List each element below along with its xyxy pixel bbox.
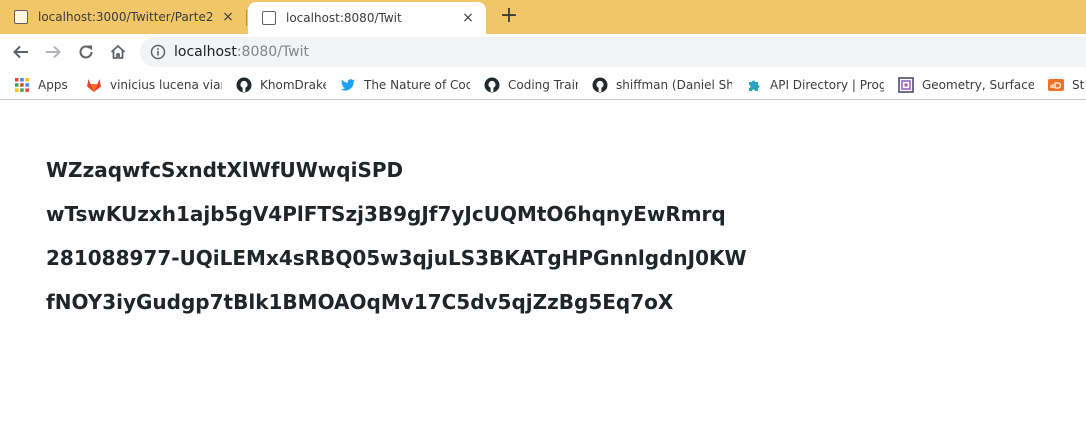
browser-toolbar: localhost:8080/Twit bbox=[0, 34, 1086, 70]
bookmark-khomdrake[interactable]: KhomDrake bbox=[222, 77, 326, 93]
bookmarks-bar: Apps vinicius lucena viana KhomDrake The… bbox=[0, 70, 1086, 100]
page-icon bbox=[14, 10, 28, 24]
tab-title: localhost:8080/Twit bbox=[286, 11, 402, 25]
bookmark-soundcloud[interactable]: St bbox=[1034, 77, 1086, 93]
page-content: WZzaqwfcSxndtXlWfUWwqiSPD wTswKUzxh1ajb5… bbox=[46, 148, 1086, 324]
puzzle-icon bbox=[749, 80, 760, 91]
back-arrow-icon bbox=[13, 45, 28, 59]
tab-twitter-parte2[interactable]: localhost:3000/Twitter/Parte2 × bbox=[0, 0, 246, 34]
bookmark-label: KhomDrake bbox=[260, 77, 326, 92]
twitter-icon bbox=[341, 78, 355, 90]
bookmark-coding-train[interactable]: Coding Train bbox=[470, 77, 578, 93]
github-icon bbox=[236, 77, 252, 92]
forward-button[interactable] bbox=[40, 39, 66, 65]
reload-button[interactable] bbox=[73, 39, 99, 65]
info-icon[interactable] bbox=[150, 44, 166, 60]
reload-icon bbox=[79, 45, 93, 59]
tab-strip: localhost:3000/Twitter/Parte2 × localhos… bbox=[0, 0, 1086, 34]
content-line-4: fNOY3iyGudgp7tBlk1BMOAOqMv17C5dv5qjZzBg5… bbox=[46, 290, 674, 314]
bookmark-gitlab[interactable]: vinicius lucena viana bbox=[72, 77, 222, 93]
url-path: :8080/Twit bbox=[236, 44, 309, 60]
address-bar[interactable]: localhost:8080/Twit bbox=[140, 37, 1086, 67]
url-host: localhost bbox=[174, 44, 237, 60]
github-icon bbox=[592, 77, 608, 92]
github-icon bbox=[484, 77, 500, 92]
apps-grid-icon bbox=[15, 77, 29, 92]
bookmark-nature-of-code[interactable]: The Nature of Code bbox=[326, 77, 470, 93]
url-text: localhost:8080/Twit bbox=[174, 44, 309, 60]
content-line-3: 281088977-UQiLEMx4sRBQ05w3qjuLS3BKATgHPG… bbox=[46, 246, 747, 270]
new-tab-button[interactable]: + bbox=[496, 4, 522, 30]
content-line-1: WZzaqwfcSxndtXlWfUWwqiSPD bbox=[46, 158, 404, 182]
close-icon[interactable]: × bbox=[456, 10, 480, 26]
back-button[interactable] bbox=[8, 39, 34, 65]
tab-twit[interactable]: localhost:8080/Twit × bbox=[248, 2, 486, 34]
tab-title: localhost:3000/Twitter/Parte2 bbox=[38, 10, 214, 24]
content-line-2: wTswKUzxh1ajb5gV4PlFTSzj3B9gJf7yJcUQMtO6… bbox=[46, 202, 726, 226]
bookmark-label: Geometry, Surfaces, C bbox=[922, 77, 1034, 92]
bookmark-geometry-surfaces[interactable]: Geometry, Surfaces, C bbox=[884, 76, 1034, 93]
close-icon[interactable]: × bbox=[216, 9, 240, 25]
home-button[interactable] bbox=[105, 39, 131, 65]
bookmark-label: shiffman (Daniel Shiffi bbox=[616, 77, 732, 92]
gitlab-icon bbox=[87, 78, 101, 92]
bookmark-label: vinicius lucena viana bbox=[110, 77, 222, 92]
page-icon bbox=[262, 11, 276, 25]
tab-divider bbox=[246, 10, 247, 26]
bookmark-label: Coding Train bbox=[508, 77, 578, 92]
geometry-icon bbox=[898, 76, 914, 93]
soundcloud-icon bbox=[1048, 78, 1064, 91]
bookmark-label: St bbox=[1072, 77, 1085, 92]
bookmark-label: The Nature of Code bbox=[364, 77, 470, 92]
bookmark-api-directory[interactable]: API Directory | Progra bbox=[732, 77, 884, 93]
bookmark-apps[interactable]: Apps bbox=[0, 77, 72, 93]
bookmark-label: API Directory | Progra bbox=[770, 77, 884, 92]
home-icon bbox=[110, 45, 126, 59]
bookmark-label: Apps bbox=[38, 77, 68, 92]
bookmark-shiffman[interactable]: shiffman (Daniel Shiffi bbox=[578, 77, 732, 93]
forward-arrow-icon bbox=[46, 45, 61, 59]
